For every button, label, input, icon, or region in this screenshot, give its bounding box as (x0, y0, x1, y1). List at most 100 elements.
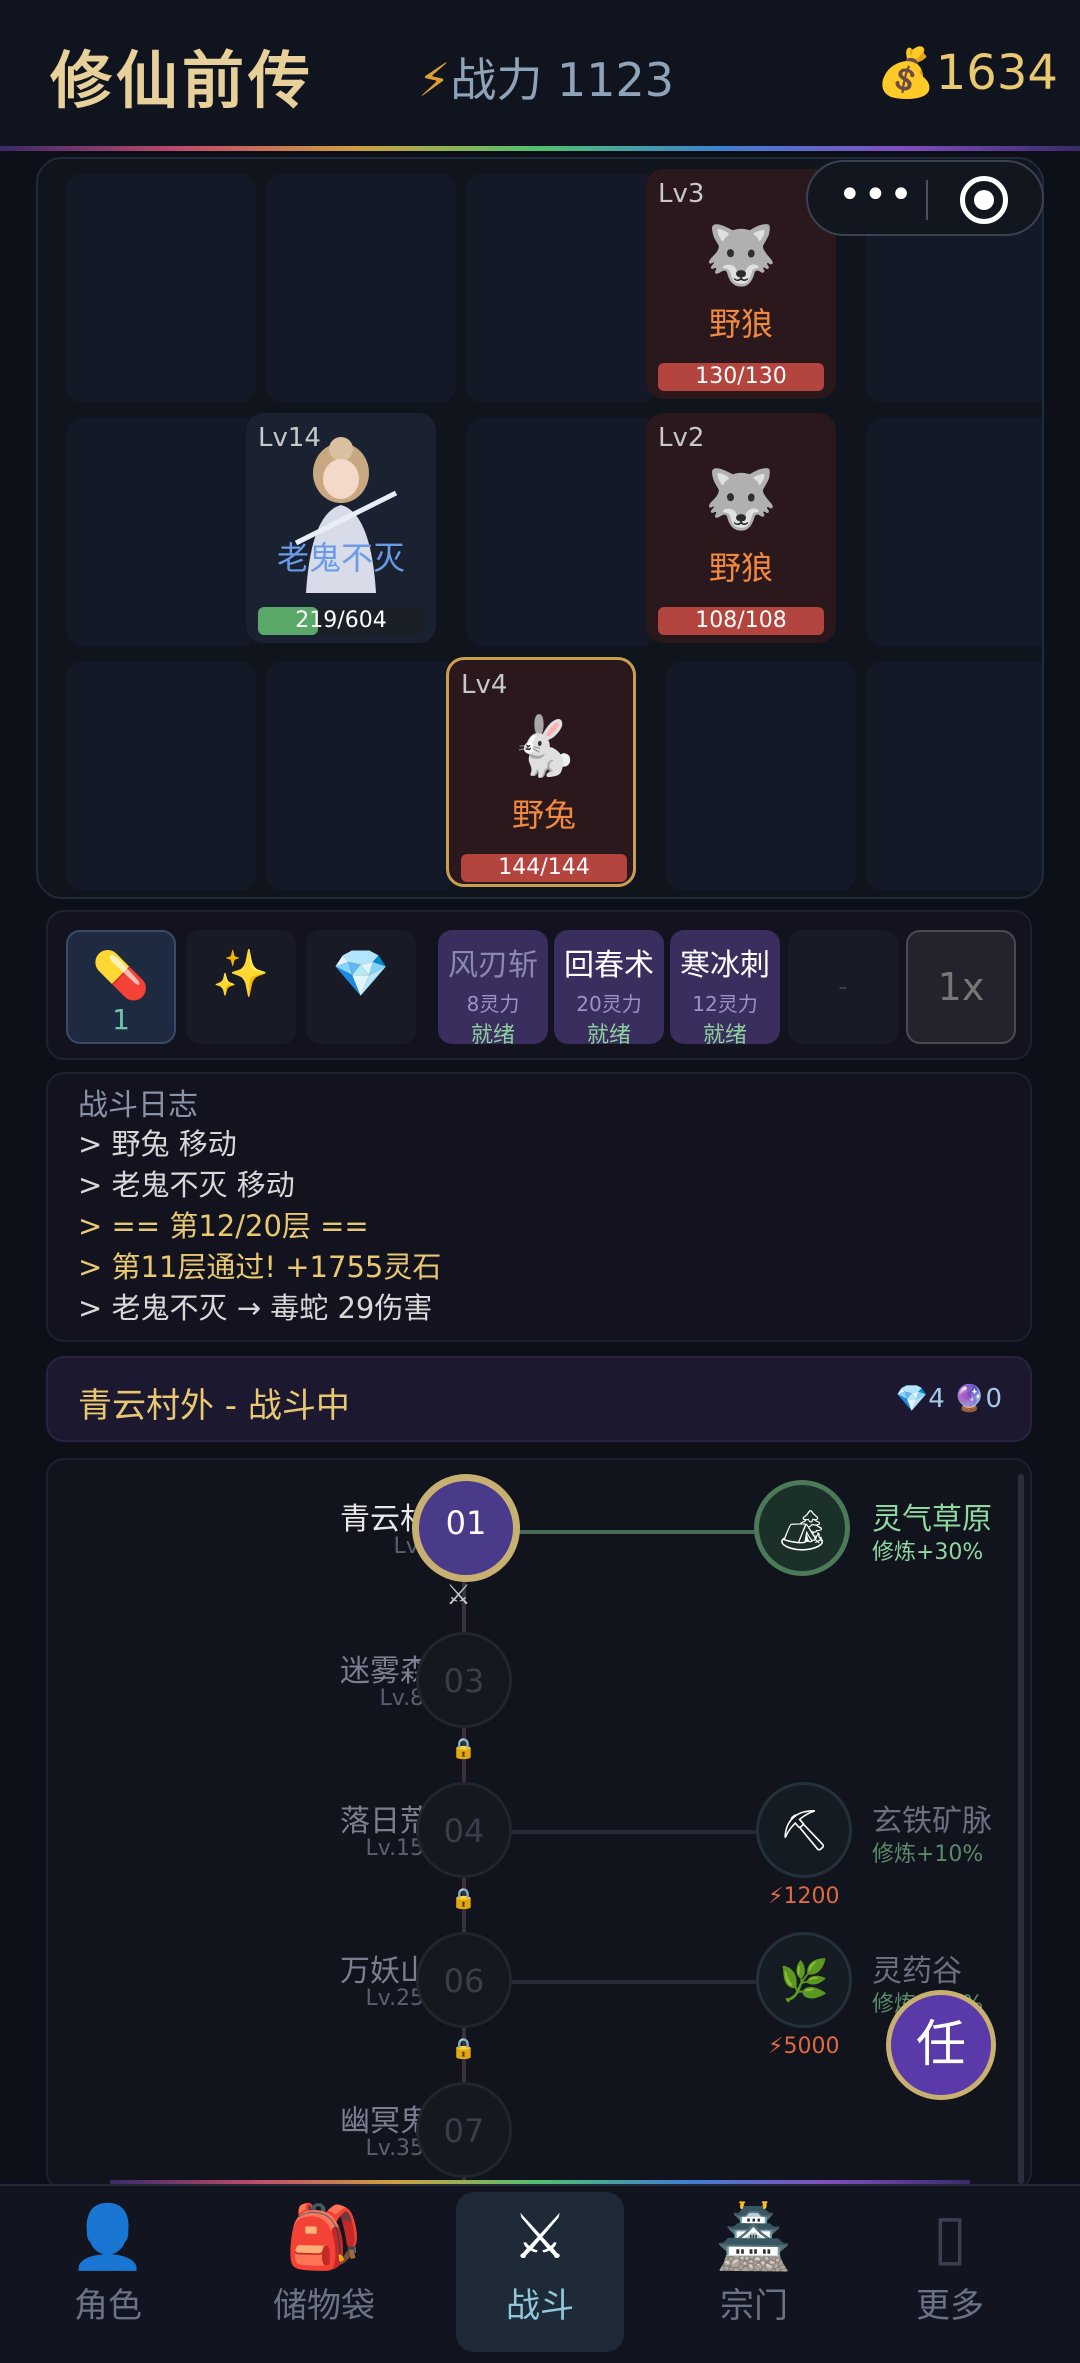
skill-name: 风刃斩 (448, 948, 538, 983)
enemy-unit-wolf[interactable]: Lv2 🐺 野狼 108/108 (646, 413, 836, 643)
grid-cell[interactable] (466, 417, 656, 647)
item-count: 1 (112, 1003, 130, 1036)
close-icon[interactable] (960, 176, 1008, 224)
zone-node-locked[interactable]: 07 (416, 2082, 512, 2178)
grid-cell[interactable] (866, 417, 1042, 647)
stage-title: 青云村外 - 战斗中 (78, 1386, 350, 1426)
nav-label: 战斗 (506, 2286, 574, 2326)
temple-icon: 🏯 (715, 2200, 793, 2273)
skill-cost: 12灵力 (692, 992, 758, 1016)
unit-level: Lv3 (658, 179, 705, 209)
skill-cost: 8灵力 (466, 992, 520, 1016)
grid-cell[interactable] (66, 173, 256, 403)
zone-node-locked[interactable]: 04 (416, 1782, 512, 1878)
skill-cost: 20灵力 (576, 992, 642, 1016)
stage-status-bar: 青云村外 - 战斗中 💎4 🔮0 (46, 1356, 1032, 1442)
grid-cell[interactable] (866, 661, 1042, 891)
capsule-divider (926, 180, 928, 220)
skill-bar: 💊 1 ✨ 💎 风刃斩 8灵力 就绪 回春术 20灵力 就绪 寒冰刺 12灵力 … (46, 910, 1032, 1060)
nav-label: 角色 (74, 2286, 142, 2326)
grid-cell[interactable] (66, 661, 256, 891)
hero-unit[interactable]: Lv14 老鬼不灭 219/604 (246, 413, 436, 643)
log-line: > 野兔 移动 (78, 1127, 237, 1161)
grid-cell[interactable] (266, 661, 456, 891)
orb-count: 0 (985, 1384, 1002, 1414)
pickaxe-icon[interactable]: ⛏ (756, 1782, 852, 1878)
zone-node-locked[interactable]: 03 (416, 1632, 512, 1728)
nav-divider (110, 2180, 970, 2184)
pill-icon: 💊 (92, 948, 150, 1002)
map-scrollbar[interactable] (1018, 1474, 1024, 2184)
backpack-icon: 🎒 (285, 2200, 363, 2273)
lock-icon: 🔒 (451, 1736, 476, 1760)
grid-cell[interactable] (66, 417, 256, 647)
hp-text: 219/604 (295, 608, 387, 633)
enemy-unit-rabbit[interactable]: Lv4 🐇 野兔 144/144 (446, 657, 636, 887)
side-area-name: 灵药谷 (872, 1954, 962, 1989)
nav-item-bag[interactable]: 🎒 储物袋 (244, 2200, 404, 2327)
task-button[interactable]: 任 (886, 1990, 996, 2100)
hp-bar: 130/130 (658, 363, 824, 391)
nav-item-sect[interactable]: 🏯 宗门 (674, 2200, 834, 2327)
power-value: 1123 (556, 53, 675, 107)
unit-level: Lv4 (461, 670, 508, 700)
skill-button[interactable]: 回春术 20灵力 就绪 (554, 930, 664, 1048)
camp-icon[interactable]: 🏕 (754, 1480, 850, 1576)
person-icon: 👤 (69, 2200, 147, 2273)
wolf-icon: 🐺 (704, 465, 778, 533)
herb-icon[interactable]: 🌿 (756, 1932, 852, 2028)
crossed-swords-icon: ⚔ (512, 2200, 568, 2273)
money-bag-icon: 💰 (876, 45, 936, 101)
lock-icon: 🔒 (451, 1886, 476, 1910)
rabbit-icon: 🐇 (507, 712, 581, 780)
crystal-ball-icon: 🔮 (953, 1384, 986, 1414)
coin-display: 💰1634 (876, 44, 1058, 101)
diamond-icon: 💎 (895, 1384, 929, 1414)
nav-item-role[interactable]: 👤 角色 (28, 2200, 188, 2327)
empty-skill-slot[interactable]: - (788, 930, 898, 1044)
wolf-icon: 🐺 (704, 221, 778, 289)
unit-level: Lv2 (658, 423, 705, 453)
nav-label: 更多 (916, 2286, 984, 2326)
lock-icon: 🔒 (451, 2036, 476, 2060)
zone-map: 青云村外 Lv.1-5 01 ⚔ 迷雾森林 Lv.8-15 03 🔒 落日荒漠 … (46, 1458, 1032, 2190)
log-line: > == 第12/20层 == (78, 1209, 369, 1243)
unlock-cost: ⚡1200 (768, 1884, 840, 1909)
zone-node-current[interactable]: 01 (412, 1474, 520, 1582)
side-area-bonus: 修炼+30% (872, 1540, 984, 1565)
log-line: > 老鬼不灭 → 毒蛇 29伤害 (78, 1291, 433, 1325)
item-slot-gem[interactable]: 💎 (306, 930, 416, 1044)
nav-item-more[interactable]: ▯ 更多 (870, 2200, 1030, 2327)
skill-button[interactable]: 寒冰刺 12灵力 就绪 (670, 930, 780, 1048)
lightning-icon: ⚡ (418, 53, 451, 107)
header-divider (0, 146, 1080, 151)
unit-name: 老鬼不灭 (276, 539, 405, 577)
gem-count: 4 (928, 1384, 945, 1414)
item-slot-sparkle[interactable]: ✨ (186, 930, 296, 1044)
item-slot-pill[interactable]: 💊 1 (66, 930, 176, 1044)
unit-name: 野狼 (708, 549, 773, 587)
battle-grid: Lv3 🐺 野狼 130/130 Lv2 🐺 野狼 108/108 Lv4 🐇 … (36, 157, 1044, 899)
battle-log: 战斗日志 > 野兔 移动 > 老鬼不灭 移动 > == 第12/20层 == >… (46, 1072, 1032, 1342)
grid-cell[interactable] (266, 173, 456, 403)
skill-name: 回春术 (564, 948, 654, 983)
more-icon: ▯ (932, 2200, 968, 2273)
nav-label: 储物袋 (273, 2286, 375, 2326)
side-area-name: 玄铁矿脉 (872, 1804, 992, 1839)
more-icon[interactable]: ••• (838, 172, 915, 218)
grid-cell[interactable] (666, 661, 856, 891)
hp-bar: 219/604 (258, 607, 424, 635)
nav-item-battle[interactable]: ⚔ 战斗 (460, 2200, 620, 2327)
speed-toggle-button[interactable]: 1x (906, 930, 1016, 1044)
hp-bar: 144/144 (461, 854, 627, 882)
skill-button[interactable]: 风刃斩 8灵力 就绪 (438, 930, 548, 1048)
side-area-name: 灵气草原 (872, 1502, 992, 1537)
gem-icon: 💎 (332, 946, 390, 1000)
grid-cell[interactable] (466, 173, 656, 403)
side-area-bonus: 修炼+10% (872, 1842, 984, 1867)
hp-bar: 108/108 (658, 607, 824, 635)
nav-label: 宗门 (720, 2286, 788, 2326)
log-title: 战斗日志 (78, 1088, 198, 1123)
zone-node-locked[interactable]: 06 (416, 1932, 512, 2028)
skill-status: 就绪 (470, 1023, 515, 1048)
